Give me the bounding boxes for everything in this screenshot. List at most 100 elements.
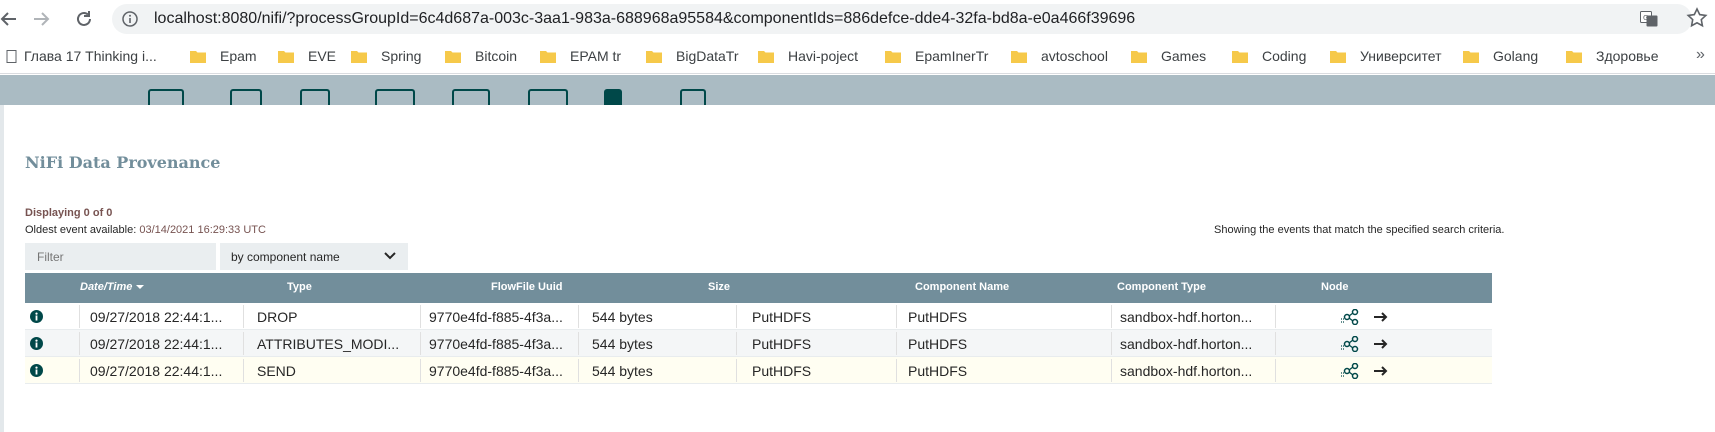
folder-icon xyxy=(758,50,774,63)
folder-icon xyxy=(190,50,206,63)
bookmark-folder[interactable]: Havi-poject xyxy=(758,46,858,66)
bookmark-folder[interactable]: Здоровье xyxy=(1566,46,1659,66)
folder-icon xyxy=(1011,50,1027,63)
bookmark-folder[interactable]: Epam xyxy=(190,46,257,66)
bookmark-folder[interactable]: Coding xyxy=(1232,46,1306,66)
folder-icon xyxy=(1566,50,1582,63)
provenance-table: Date/Time Type FlowFile Uuid Size Compon… xyxy=(25,273,1492,384)
filter-input[interactable] xyxy=(25,243,216,270)
address-bar[interactable]: localhost:8080/nifi/?processGroupId=6c4d… xyxy=(112,4,1692,34)
bookmark-item[interactable]: Глава 17 Thinking i... xyxy=(5,46,157,66)
toolbar-remote-group-icon xyxy=(452,89,490,105)
go-to-arrow-icon[interactable] xyxy=(1373,311,1389,323)
go-to-arrow-icon[interactable] xyxy=(1373,365,1389,377)
column-header-node[interactable]: Node xyxy=(1321,281,1349,293)
bookmark-label: Здоровье xyxy=(1596,48,1659,64)
bookmark-label: Havi-poject xyxy=(788,48,859,64)
svg-text:G: G xyxy=(1643,14,1648,22)
cell-node: sandbox-hdf.horton... xyxy=(1120,309,1253,325)
cell-component-name: PutHDFS xyxy=(752,336,812,352)
table-row[interactable]: 09/27/2018 22:44:1... DROP 9770e4fd-f885… xyxy=(25,303,1492,330)
toolbar-output-port-icon xyxy=(300,89,330,105)
chevron-down-icon xyxy=(384,252,396,260)
bookmark-folder[interactable]: EpamInerTr xyxy=(885,46,988,66)
folder-icon xyxy=(1330,50,1346,63)
oldest-event-label: Oldest event available: xyxy=(25,224,137,236)
folder-icon xyxy=(351,50,367,63)
bookmarks-more-button[interactable]: » xyxy=(1696,46,1705,64)
back-button[interactable] xyxy=(0,6,22,32)
table-row[interactable]: 09/27/2018 22:44:1... ATTRIBUTES_MODI...… xyxy=(25,330,1492,357)
toolbar-process-group-icon xyxy=(375,89,415,105)
bookmarks-bar: Глава 17 Thinking i... Epam EVE Spring B… xyxy=(0,38,1715,74)
column-header-datetime[interactable]: Date/Time xyxy=(80,281,145,293)
bookmark-folder[interactable]: Games xyxy=(1131,46,1206,66)
cell-node: sandbox-hdf.horton... xyxy=(1120,336,1253,352)
cell-component-type: PutHDFS xyxy=(908,309,968,325)
folder-icon xyxy=(540,50,556,63)
cell-size: 544 bytes xyxy=(592,363,653,379)
bookmark-folder[interactable]: EVE xyxy=(278,46,336,66)
site-info-icon[interactable] xyxy=(122,11,138,27)
reload-icon xyxy=(77,11,91,26)
cell-datetime: 09/27/2018 22:44:1... xyxy=(90,309,223,325)
search-criteria-text: Showing the events that match the specif… xyxy=(1214,224,1504,236)
provenance-dialog: NiFi Data Provenance Displaying 0 of 0 O… xyxy=(4,105,1715,432)
nifi-toolbar-background xyxy=(0,75,1715,105)
dialog-title: NiFi Data Provenance xyxy=(25,153,221,172)
folder-icon xyxy=(1463,50,1479,63)
oldest-event: Oldest event available: 03/14/2021 16:29… xyxy=(25,224,266,236)
bookmark-folder[interactable]: Университет xyxy=(1330,46,1441,66)
bookmark-label: Глава 17 Thinking i... xyxy=(24,48,157,64)
browser-toolbar: localhost:8080/nifi/?processGroupId=6c4d… xyxy=(0,0,1715,38)
bookmark-label: BigDataTr xyxy=(676,48,739,64)
bookmark-folder[interactable]: avtoschool xyxy=(1011,46,1108,66)
bookmark-star-icon[interactable] xyxy=(1685,6,1709,30)
cell-component-name: PutHDFS xyxy=(752,363,812,379)
column-header-component-name[interactable]: Component Name xyxy=(915,281,1009,293)
table-header: Date/Time Type FlowFile Uuid Size Compon… xyxy=(25,273,1492,303)
bookmark-label: Games xyxy=(1161,48,1207,64)
info-icon[interactable] xyxy=(30,310,43,323)
column-header-type[interactable]: Type xyxy=(287,281,312,293)
lineage-icon[interactable] xyxy=(1341,336,1361,352)
lineage-icon[interactable] xyxy=(1341,363,1361,379)
folder-icon xyxy=(885,50,901,63)
column-header-size[interactable]: Size xyxy=(708,281,730,293)
cell-type: ATTRIBUTES_MODI... xyxy=(257,336,400,352)
cell-uuid: 9770e4fd-f885-4f3a... xyxy=(429,309,563,325)
bookmark-label: EpamInerTr xyxy=(915,48,989,64)
column-header-component-type[interactable]: Component Type xyxy=(1117,281,1206,293)
column-header-uuid[interactable]: FlowFile Uuid xyxy=(491,281,563,293)
cell-type: SEND xyxy=(257,363,296,379)
info-icon[interactable] xyxy=(30,364,43,377)
info-icon[interactable] xyxy=(30,337,43,350)
folder-icon xyxy=(1232,50,1248,63)
toolbar-processor-icon xyxy=(148,89,184,105)
forward-button[interactable] xyxy=(28,6,54,32)
filter-type-value: by component name xyxy=(231,250,340,264)
cell-node: sandbox-hdf.horton... xyxy=(1120,363,1253,379)
translate-icon[interactable]: G xyxy=(1640,11,1658,27)
bookmark-folder[interactable]: EPAM tr xyxy=(540,46,621,66)
cell-component-type: PutHDFS xyxy=(908,363,968,379)
reload-button[interactable] xyxy=(71,6,97,32)
oldest-event-value: 03/14/2021 16:29:33 UTC xyxy=(139,224,266,236)
displaying-count: Displaying 0 of 0 xyxy=(25,207,113,219)
cell-uuid: 9770e4fd-f885-4f3a... xyxy=(429,363,563,379)
lineage-icon[interactable] xyxy=(1341,309,1361,325)
table-row[interactable]: 09/27/2018 22:44:1... SEND 9770e4fd-f885… xyxy=(25,357,1492,384)
cell-size: 544 bytes xyxy=(592,309,653,325)
column-header-label: Date/Time xyxy=(80,281,133,293)
folder-icon xyxy=(278,50,294,63)
address-url[interactable]: localhost:8080/nifi/?processGroupId=6c4d… xyxy=(154,10,1135,28)
go-to-arrow-icon[interactable] xyxy=(1373,338,1389,350)
cell-size: 544 bytes xyxy=(592,336,653,352)
bookmark-folder[interactable]: Bitcoin xyxy=(445,46,517,66)
bookmark-label: Coding xyxy=(1262,48,1307,64)
bookmark-folder[interactable]: Golang xyxy=(1463,46,1538,66)
bookmark-folder[interactable]: BigDataTr xyxy=(646,46,739,66)
filter-type-select[interactable]: by component name xyxy=(220,243,408,270)
bookmark-label: Golang xyxy=(1493,48,1539,64)
bookmark-folder[interactable]: Spring xyxy=(351,46,421,66)
